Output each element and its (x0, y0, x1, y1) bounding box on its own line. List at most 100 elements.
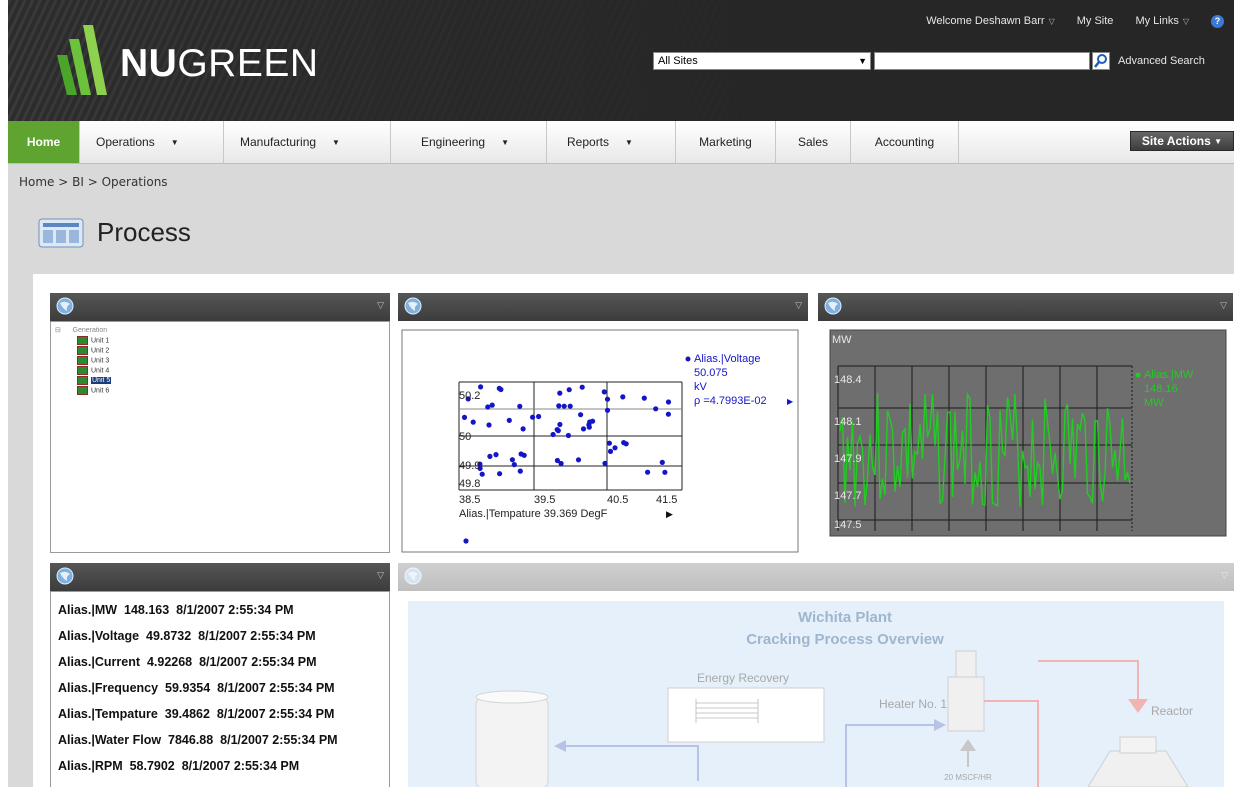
top-nav: Home Operations ▼ Manufacturing ▼ Engineer… (8, 121, 1234, 164)
webpart-menu-icon[interactable]: ▽ (377, 570, 384, 581)
tree-root[interactable]: ⊟ Generation (55, 326, 107, 334)
heater-unit[interactable] (955, 650, 977, 678)
legend-unit: kV (694, 381, 708, 393)
chevron-down-icon: ▼ (625, 137, 633, 147)
heater-label: Heater No. 1 (879, 697, 947, 711)
scatter-point (557, 421, 563, 428)
site-actions-button[interactable]: Site Actions ▼ (1130, 131, 1234, 151)
webpart-menu-icon[interactable]: ▽ (1221, 570, 1228, 581)
y-tick-label: 49.8 (459, 478, 480, 490)
list-item: Alias.|MW 148.163 8/1/2007 2:55:34 PM (58, 603, 294, 617)
scatter-point (645, 469, 651, 475)
scatter-point (486, 422, 492, 428)
list-item: Alias.|Current 4.92268 8/1/2007 2:55:34 … (58, 655, 317, 669)
process-diagram: Wichita Plant Cracking Process Overview … (408, 601, 1224, 787)
chevron-down-icon: ▼ (332, 137, 340, 147)
tree-item[interactable]: Unit 3 (77, 356, 109, 365)
scatter-point (489, 402, 495, 408)
expand-arrow-icon[interactable]: ▶ (666, 509, 673, 519)
y-tick-label: 49.9 (459, 460, 480, 472)
scatter-point (606, 440, 612, 446)
tree-item-selected[interactable]: Unit 5 (77, 376, 112, 385)
reactor-label: Reactor (1151, 704, 1193, 718)
dropdown-arrow-icon: ▼ (858, 56, 867, 66)
scatter-point (607, 448, 614, 454)
webpart-menu-icon[interactable]: ▽ (1220, 300, 1227, 311)
my-links-menu[interactable]: My Links ▽ (1135, 15, 1189, 28)
nav-home[interactable]: Home (8, 121, 80, 163)
webpart-header: ▽ (818, 293, 1233, 321)
tree-item[interactable]: Unit 4 (77, 366, 109, 375)
nav-operations[interactable]: Operations ▼ (80, 121, 224, 163)
list-item: Alias.|Tempature 39.4862 8/1/2007 2:55:3… (58, 707, 335, 721)
welcome-menu[interactable]: Welcome Deshawn Barr ▽ (926, 15, 1055, 28)
x-tick-label: 39.5 (534, 494, 555, 506)
globe-icon (56, 567, 74, 585)
expand-arrow-icon[interactable]: ▶ (787, 397, 794, 406)
logo-icon (57, 25, 107, 95)
y-tick-label: 147.5 (834, 519, 862, 531)
y-tick-label: 147.7 (834, 490, 862, 502)
scatter-panel: 50.2 50 49.9 49.8 38.5 39.5 40.5 41.5 Al… (398, 321, 808, 553)
scatter-point (479, 471, 485, 477)
unit-icon (77, 376, 88, 385)
tree-item[interactable]: Unit 6 (77, 386, 109, 395)
scatter-point (567, 403, 573, 409)
trend-panel: MW 148.4 148.1 147.9 147.7 147.5 Alias.|… (818, 321, 1233, 553)
webpart-header: ▽ (398, 563, 1234, 591)
globe-icon (404, 297, 422, 315)
legend-series-name: Alias.|MW (1144, 369, 1194, 381)
scatter-point (565, 432, 571, 439)
legend-series-name: Alias.|Voltage (694, 353, 760, 365)
webpart-menu-icon[interactable]: ▽ (377, 300, 384, 311)
nav-sales[interactable]: Sales (776, 121, 851, 163)
scatter-point (556, 403, 562, 409)
search-icon (1094, 54, 1107, 68)
y-tick-label: 148.1 (834, 416, 862, 428)
nav-manufacturing[interactable]: Manufacturing ▼ (224, 121, 391, 163)
energy-recovery-box[interactable] (667, 687, 825, 743)
scatter-point (511, 462, 517, 468)
nav-marketing[interactable]: Marketing (676, 121, 776, 163)
scatter-point (561, 403, 567, 409)
scatter-point (536, 413, 542, 420)
scatter-point (579, 384, 585, 390)
diagram-subtitle: Cracking Process Overview (746, 631, 944, 648)
search-scope-select[interactable]: All Sites ▼ (653, 52, 871, 70)
scatter-point (493, 452, 499, 458)
help-icon[interactable]: ? (1211, 15, 1224, 28)
storage-tank[interactable] (475, 696, 549, 787)
breadcrumb[interactable]: Home > BI > Operations (19, 175, 168, 189)
process-diagram-panel: Wichita Plant Cracking Process Overview … (398, 591, 1234, 787)
scatter-point (558, 460, 564, 467)
y-tick-label: 147.9 (834, 453, 862, 465)
scatter-point (478, 384, 484, 390)
nav-reports[interactable]: Reports ▼ (547, 121, 676, 163)
tree-item[interactable]: Unit 2 (77, 346, 109, 355)
search-input[interactable] (874, 52, 1090, 70)
site-logo[interactable]: NUGREEN (120, 42, 319, 86)
scatter-point (612, 445, 618, 451)
advanced-search-link[interactable]: Advanced Search (1118, 55, 1205, 67)
scatter-point (487, 453, 493, 459)
scatter-point (621, 440, 627, 446)
webpart-menu-icon[interactable]: ▽ (795, 300, 802, 311)
nav-engineering[interactable]: Engineering ▼ (391, 121, 547, 163)
legend-correlation: ρ =4.7993E-02 (694, 395, 767, 407)
tree-item[interactable]: Unit 1 (77, 336, 109, 345)
legend-marker (685, 356, 691, 362)
globe-icon (824, 297, 842, 315)
unit-icon (77, 336, 88, 345)
x-axis-label: Alias.|Tempature 39.369 DegF (459, 508, 608, 520)
scatter-point (461, 414, 468, 420)
unit-icon (77, 386, 88, 395)
energy-recovery-label: Energy Recovery (697, 671, 789, 685)
y-tick-label: 50.2 (459, 390, 480, 402)
list-item: Alias.|RPM 58.7902 8/1/2007 2:55:34 PM (58, 759, 300, 773)
scatter-point (575, 457, 582, 463)
search-button[interactable] (1092, 52, 1110, 70)
nav-accounting[interactable]: Accounting (851, 121, 959, 163)
chevron-down-icon: ▼ (501, 137, 509, 147)
my-site-link[interactable]: My Site (1077, 15, 1114, 28)
scatter-point (518, 451, 524, 457)
